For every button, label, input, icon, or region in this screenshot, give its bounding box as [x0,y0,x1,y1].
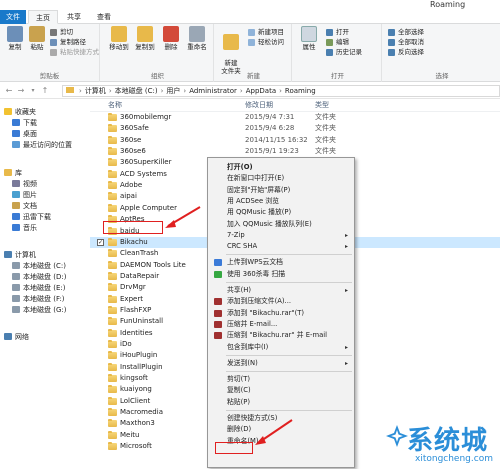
annotation-arrows [165,206,293,445]
arrow-to-delete [255,419,293,445]
arrow-to-folder [165,206,201,228]
watermark-brand: 系统城 [407,426,489,456]
watermark-url: xitongcheng.com [415,454,493,464]
watermark-logo-icon [386,425,408,447]
watermark: 系统城 xitongcheng.com [385,420,500,469]
